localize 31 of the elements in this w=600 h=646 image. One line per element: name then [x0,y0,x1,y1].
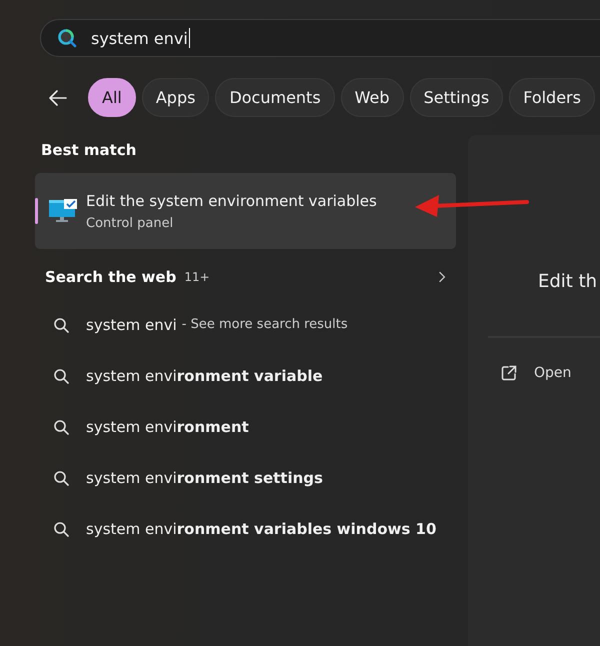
search-icon [53,418,69,434]
chevron-right-icon [438,270,446,284]
open-action[interactable]: Open [500,364,576,382]
search-web-header[interactable]: Search the web 11+ [35,259,456,295]
result-title: Edit the system environment variables [86,192,377,210]
search-suggestion[interactable]: system environment settings [86,468,323,486]
preview-title: Edit th [538,271,598,292]
search-icon [53,368,69,384]
search-field[interactable]: system envi [40,19,600,57]
search-suggestion[interactable]: system environment variables windows 10 [86,520,436,538]
search-icon [53,520,69,536]
monitor-icon [48,198,78,224]
suggestion-hint: - See more search results [182,317,348,332]
external-link-icon [500,364,518,382]
search-suggestion[interactable]: system environment variable [86,366,323,384]
result-count: 11+ [184,270,210,284]
search-icon [57,28,77,48]
filter-tab[interactable]: Web [340,78,404,117]
section-heading: Search the web [45,268,176,286]
filter-tab[interactable]: All [88,78,136,117]
filter-tab[interactable]: Documents [215,78,335,117]
filter-tab[interactable]: Apps [142,78,210,117]
search-suggestion[interactable]: system environment [86,418,249,436]
search-suggestion[interactable]: system envi [86,316,177,334]
result-category: Control panel [86,216,174,230]
filter-tab[interactable]: Settings [410,78,504,117]
section-heading: Best match [41,141,138,159]
filter-tab[interactable]: Folders [509,78,595,117]
best-match-item[interactable]: Edit the system environment variables Control panel [35,173,456,249]
search-icon [53,470,69,486]
search-icon [53,316,69,332]
